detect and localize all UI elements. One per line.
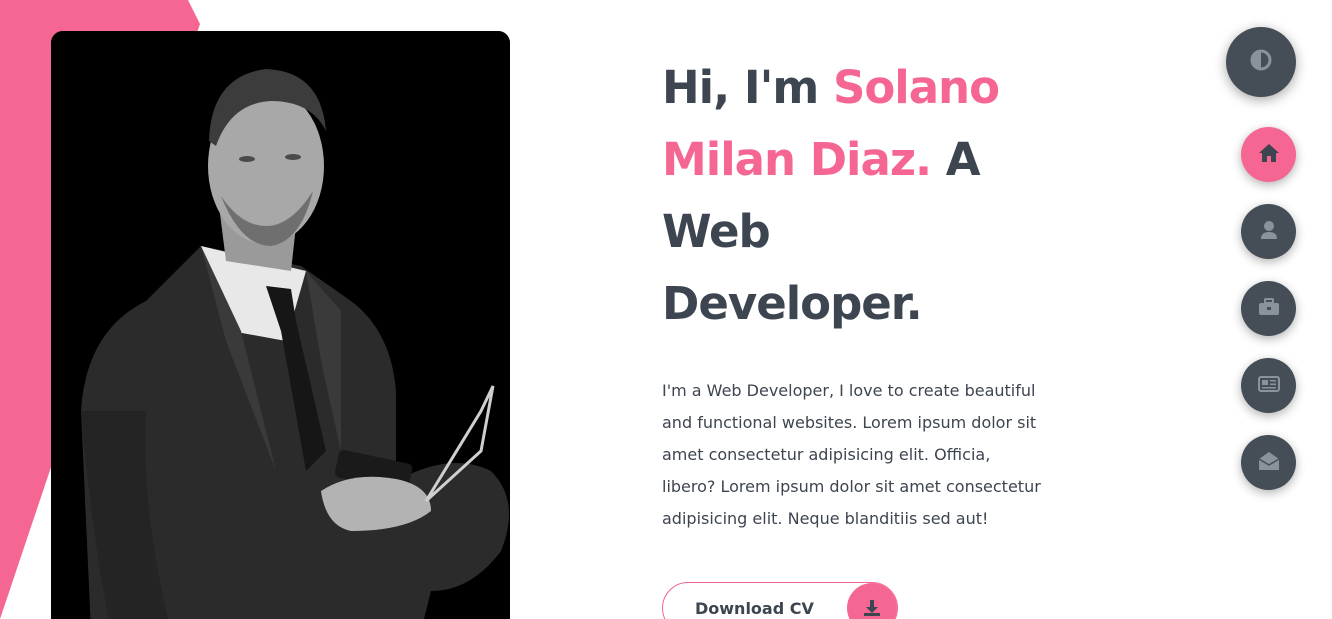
home-icon	[1258, 143, 1280, 167]
download-cv-label: Download CV	[695, 598, 814, 618]
name-last: Milan Diaz.	[662, 133, 932, 186]
nav-about-button[interactable]	[1241, 204, 1296, 259]
contrast-icon	[1250, 49, 1272, 75]
download-cv-button[interactable]: Download CV	[662, 582, 898, 619]
hero-description: I'm a Web Developer, I love to create be…	[662, 381, 1041, 528]
nav-portfolio-button[interactable]	[1241, 281, 1296, 336]
briefcase-icon	[1258, 297, 1280, 320]
nav-blog-button[interactable]	[1241, 358, 1296, 413]
role-developer: Developer.	[662, 277, 923, 330]
user-icon	[1260, 220, 1278, 244]
greeting-text: Hi, I'm	[662, 61, 833, 114]
role-web: Web	[662, 205, 771, 258]
nav-home-button[interactable]	[1241, 127, 1296, 182]
envelope-open-icon	[1258, 451, 1280, 475]
download-icon	[847, 583, 897, 619]
theme-toggle-button[interactable]	[1226, 27, 1296, 97]
hero-title: Hi, I'm Solano Milan Diaz. A Web Develop…	[662, 52, 1082, 340]
nav-contact-button[interactable]	[1241, 435, 1296, 490]
hero-section: Hi, I'm Solano Milan Diaz. A Web Develop…	[662, 52, 1082, 535]
name-first: Solano	[832, 61, 1000, 114]
newspaper-icon	[1257, 375, 1280, 396]
side-navigation	[1241, 127, 1296, 512]
profile-photo	[51, 31, 510, 619]
role-article: A	[931, 133, 981, 186]
